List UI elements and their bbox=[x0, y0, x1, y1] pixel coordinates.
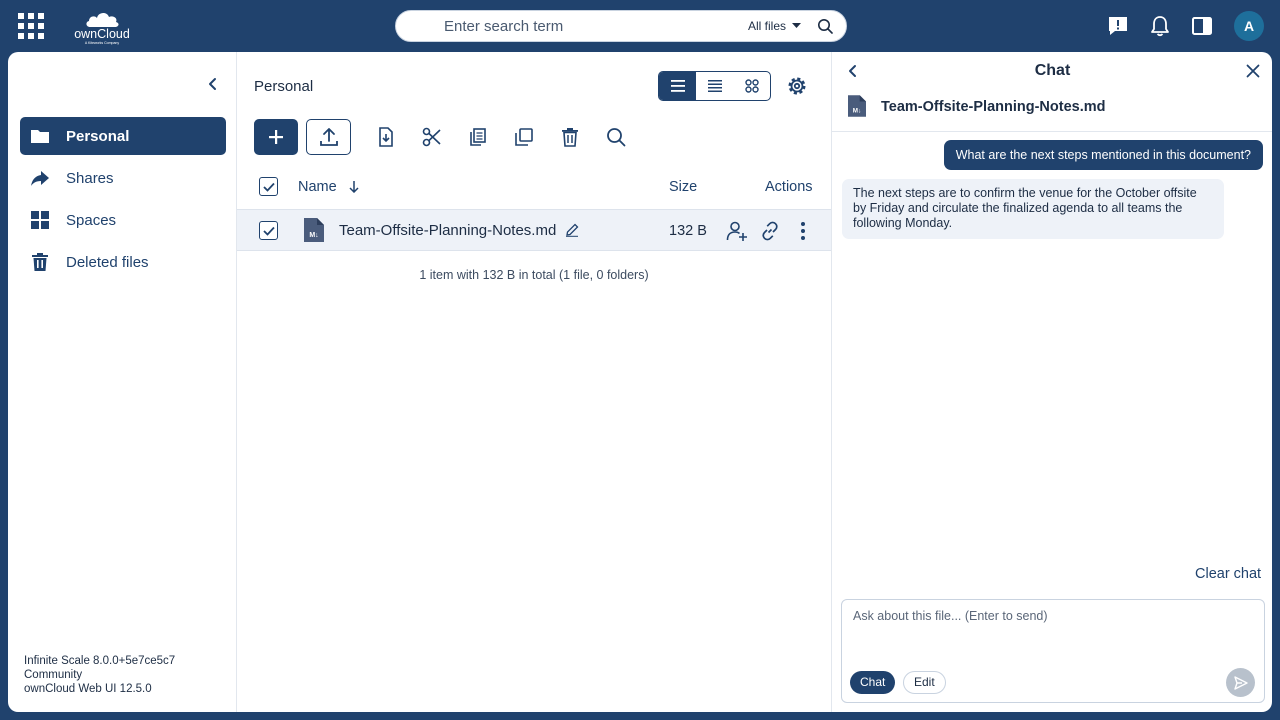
app-switcher-icon[interactable] bbox=[18, 13, 44, 39]
mode-edit-button[interactable]: Edit bbox=[903, 671, 946, 694]
folder-icon bbox=[30, 126, 50, 146]
cut-scissors-icon[interactable] bbox=[422, 127, 442, 147]
copy-link-icon[interactable] bbox=[759, 220, 781, 242]
assistant-message: The next steps are to confirm the venue … bbox=[842, 179, 1224, 239]
feedback-icon[interactable] bbox=[1107, 15, 1129, 37]
plus-icon bbox=[269, 130, 283, 144]
search-icon[interactable] bbox=[606, 127, 626, 147]
file-list-area: Personal Name Size Actions M↓ Team-Offsi… bbox=[237, 52, 831, 712]
share-user-add-icon[interactable] bbox=[726, 220, 748, 242]
search-input[interactable] bbox=[444, 11, 734, 41]
notifications-bell-icon[interactable] bbox=[1149, 15, 1171, 37]
top-bar: ownCloud A Kiteworks Company All files A bbox=[0, 0, 1280, 52]
more-actions-kebab-icon[interactable] bbox=[792, 220, 814, 242]
checkmark-icon bbox=[262, 182, 275, 192]
clear-chat-button[interactable]: Clear chat bbox=[1195, 566, 1261, 582]
left-sidebar: Personal Shares Spaces Deleted files Inf… bbox=[8, 52, 237, 712]
version-info: Infinite Scale 8.0.0+5e7ce5c7 Community … bbox=[24, 654, 175, 696]
divider bbox=[832, 131, 1272, 132]
share-icon bbox=[30, 168, 50, 188]
search-icon[interactable] bbox=[817, 18, 833, 34]
markdown-file-icon: M↓ bbox=[848, 95, 866, 117]
markdown-file-icon: M↓ bbox=[304, 218, 324, 242]
sidebar-item-shares[interactable]: Shares bbox=[20, 159, 226, 197]
user-avatar[interactable]: A bbox=[1234, 11, 1264, 41]
caret-down-icon bbox=[792, 23, 802, 28]
file-name-link[interactable]: Team-Offsite-Planning-Notes.md bbox=[339, 222, 556, 239]
svg-text:M↓: M↓ bbox=[309, 232, 318, 239]
version-line: ownCloud Web UI 12.5.0 bbox=[24, 683, 152, 695]
send-icon bbox=[1233, 675, 1248, 690]
collapse-sidebar-chevron-icon[interactable] bbox=[206, 77, 220, 91]
chat-panel: Chat M↓ Team-Offsite-Planning-Notes.md W… bbox=[831, 52, 1272, 712]
user-message: What are the next steps mentioned in thi… bbox=[943, 140, 1263, 170]
column-header-name[interactable]: Name bbox=[298, 179, 359, 195]
sidebar-item-label: Deleted files bbox=[66, 254, 149, 271]
delete-trash-icon[interactable] bbox=[560, 127, 580, 147]
view-mode-switcher bbox=[658, 71, 771, 101]
brand-tagline: A Kiteworks Company bbox=[85, 41, 119, 45]
select-all-checkbox[interactable] bbox=[259, 177, 278, 196]
sort-arrow-down-icon bbox=[349, 181, 359, 193]
column-header-size[interactable]: Size bbox=[669, 179, 697, 195]
sidebar-item-label: Personal bbox=[66, 128, 130, 145]
sidebar-item-deleted-files[interactable]: Deleted files bbox=[20, 243, 226, 281]
column-header-actions: Actions bbox=[765, 179, 813, 195]
condensed-list-icon bbox=[707, 80, 722, 92]
spaces-icon bbox=[30, 210, 50, 230]
table-row[interactable]: M↓ Team-Offsite-Planning-Notes.md 132 B bbox=[237, 209, 831, 251]
column-header-label: Name bbox=[298, 179, 337, 195]
trash-icon bbox=[30, 252, 50, 272]
upload-button[interactable] bbox=[306, 119, 351, 155]
upload-icon bbox=[319, 128, 338, 146]
sidebar-toggle-icon[interactable] bbox=[1191, 15, 1213, 37]
view-mode-condensed-button[interactable] bbox=[696, 72, 733, 100]
main-panel: Personal Shares Spaces Deleted files Inf… bbox=[8, 52, 1272, 712]
search-filter-dropdown[interactable]: All files bbox=[748, 19, 802, 33]
rename-pencil-icon[interactable] bbox=[565, 223, 579, 237]
duplicate-icon[interactable] bbox=[514, 127, 534, 147]
sidebar-item-personal[interactable]: Personal bbox=[20, 117, 226, 155]
file-size: 132 B bbox=[669, 223, 707, 239]
version-line: Community bbox=[24, 669, 83, 681]
sidebar-item-label: Shares bbox=[66, 170, 114, 187]
chat-input[interactable] bbox=[853, 609, 1253, 659]
chat-panel-title: Chat bbox=[1034, 62, 1071, 79]
checkmark-icon bbox=[262, 226, 275, 236]
breadcrumb[interactable]: Personal bbox=[254, 78, 313, 95]
sidebar-item-label: Spaces bbox=[66, 212, 117, 229]
close-icon[interactable] bbox=[1246, 64, 1260, 78]
search-filter-label: All files bbox=[748, 19, 787, 33]
sidebar-item-spaces[interactable]: Spaces bbox=[20, 201, 226, 239]
version-line: Infinite Scale 8.0.0+5e7ce5c7 bbox=[24, 655, 176, 667]
mode-chat-button[interactable]: Chat bbox=[850, 671, 896, 694]
view-mode-list-button[interactable] bbox=[659, 72, 696, 100]
tiles-icon bbox=[744, 79, 759, 93]
table-header: Name Size Actions bbox=[237, 168, 831, 208]
row-checkbox[interactable] bbox=[259, 221, 278, 240]
brand-name: ownCloud bbox=[74, 27, 130, 41]
send-button[interactable] bbox=[1226, 668, 1255, 697]
chat-file-name: Team-Offsite-Planning-Notes.md bbox=[881, 99, 1106, 115]
view-mode-tiles-button[interactable] bbox=[733, 72, 770, 100]
settings-gear-icon[interactable] bbox=[787, 76, 807, 96]
chat-composer: Chat Edit bbox=[841, 599, 1265, 703]
download-icon[interactable] bbox=[376, 127, 396, 147]
new-file-button[interactable] bbox=[254, 119, 298, 155]
owncloud-logo[interactable]: ownCloud A Kiteworks Company bbox=[66, 5, 138, 45]
file-list-summary: 1 item with 132 B in total (1 file, 0 fo… bbox=[419, 268, 649, 282]
search-bar: All files bbox=[395, 10, 847, 42]
svg-text:M↓: M↓ bbox=[853, 107, 861, 114]
copy-icon[interactable] bbox=[468, 127, 488, 147]
list-icon bbox=[670, 80, 685, 92]
